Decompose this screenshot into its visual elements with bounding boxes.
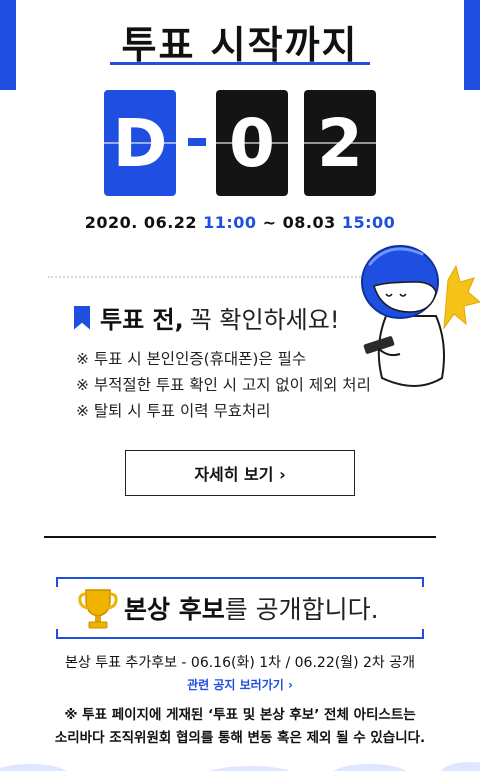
- section-divider: [44, 536, 436, 538]
- nominee-heading: 본상 후보를 공개합니다.: [124, 590, 379, 626]
- countdown-d-tile: D: [104, 90, 176, 196]
- notice-item: ※ 부적절한 투표 확인 시 고지 없이 제외 처리: [76, 376, 371, 394]
- countdown-digit-2: 2: [304, 90, 376, 196]
- period-start-time: 11:00: [203, 213, 257, 232]
- period-separator: ~: [262, 213, 277, 232]
- nominee-schedule: 본상 투표 추가후보 - 06.16(화) 1차 / 06.22(월) 2차 공…: [65, 655, 415, 671]
- title-underline: [110, 62, 370, 65]
- nominee-heading-bold: 본상 후보: [124, 595, 225, 624]
- period-end-date: 08.03: [282, 213, 336, 232]
- vote-period: 2020. 06.22 11:00 ~ 08.03 15:00: [0, 213, 480, 232]
- notice-heading-normal: 꼭 확인하세요!: [189, 306, 340, 334]
- notice-list: ※ 투표 시 본인인증(휴대폰)은 필수 ※ 부적절한 투표 확인 시 고지 없…: [76, 349, 371, 427]
- notice-heading-bold: 투표 전,: [100, 306, 184, 334]
- notice-item: ※ 투표 시 본인인증(휴대폰)은 필수: [76, 350, 307, 368]
- mascot-character: [356, 236, 480, 396]
- disclaimer-line-1: ※ 투표 페이지에 게재된 ‘투표 및 본상 후보’ 전체 아티스트는: [64, 707, 416, 723]
- notice-heading: 투표 전, 꼭 확인하세요!: [74, 300, 339, 335]
- disclaimer: ※ 투표 페이지에 게재된 ‘투표 및 본상 후보’ 전체 아티스트는 소리바다…: [0, 704, 480, 750]
- bottom-decoration: [0, 757, 480, 771]
- disclaimer-line-2: 소리바다 조직위원회 협의를 통해 변동 혹은 제외 될 수 있습니다.: [54, 730, 426, 746]
- notice-item: ※ 탈퇴 시 투표 이력 무효처리: [76, 402, 271, 420]
- page-title: 투표 시작까지: [121, 23, 359, 67]
- countdown-dash: [188, 138, 206, 146]
- countdown: D 0 2: [104, 90, 376, 198]
- detail-button[interactable]: 자세히 보기 ›: [125, 450, 355, 496]
- trophy-icon: [78, 586, 118, 630]
- period-start-date: 2020. 06.22: [84, 213, 198, 232]
- related-notice-link[interactable]: 관련 공지 보러가기 ›: [0, 676, 480, 693]
- countdown-digit-1: 0: [216, 90, 288, 196]
- period-end-time: 15:00: [341, 213, 396, 232]
- nominee-heading-normal: 를 공개합니다.: [224, 595, 379, 624]
- bookmark-icon: [74, 305, 90, 330]
